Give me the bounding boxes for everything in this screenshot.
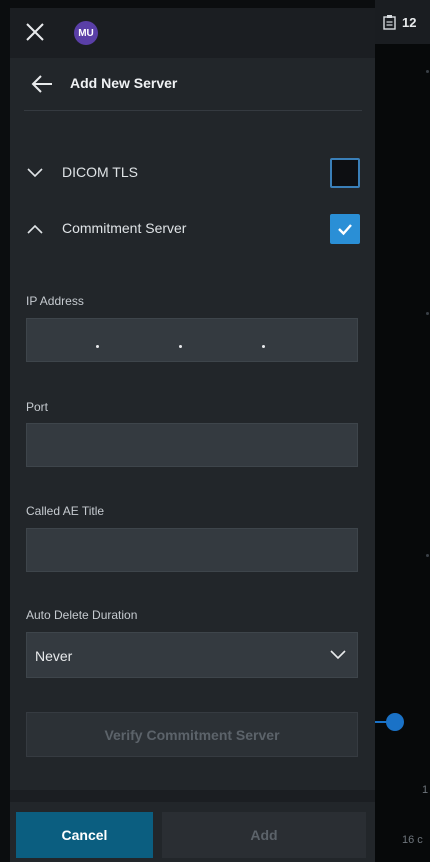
port-input[interactable] — [26, 423, 358, 467]
add-server-panel: MU Add New Server DICOM TLS Commitment S… — [10, 8, 375, 862]
cancel-button[interactable]: Cancel — [16, 812, 153, 858]
ip-address-input[interactable] — [26, 318, 358, 362]
close-icon[interactable] — [23, 20, 47, 44]
background-tick — [426, 70, 429, 73]
ip-separator — [96, 345, 99, 348]
background-tick — [426, 554, 429, 557]
select-value: Never — [35, 648, 73, 664]
background-text: 16 c — [402, 834, 423, 846]
avatar[interactable]: MU — [74, 21, 98, 45]
ip-separator — [262, 345, 265, 348]
commitment-server-checkbox[interactable] — [330, 214, 360, 244]
background-app — [375, 0, 430, 862]
background-tick — [426, 312, 429, 315]
chevron-down-icon — [27, 168, 43, 178]
ip-address-label: IP Address — [26, 294, 84, 308]
called-ae-title-input[interactable] — [26, 528, 358, 572]
background-text: 1 — [422, 784, 429, 796]
back-arrow-icon[interactable] — [30, 73, 54, 95]
section-dicom-tls[interactable]: DICOM TLS — [10, 148, 375, 200]
auto-delete-duration-select[interactable]: Never — [26, 632, 358, 678]
checkmark-icon — [338, 224, 352, 236]
section-label: Commitment Server — [62, 220, 187, 236]
page-title: Add New Server — [70, 75, 178, 91]
title-row: Add New Server — [10, 58, 375, 110]
ip-separator — [179, 345, 182, 348]
chevron-up-icon — [27, 224, 43, 234]
called-ae-title-label: Called AE Title — [26, 504, 105, 518]
clipboard-icon — [383, 15, 396, 30]
notification-count: 12 — [402, 14, 417, 30]
port-label: Port — [26, 400, 49, 414]
verify-commitment-server-button[interactable]: Verify Commitment Server — [26, 712, 358, 757]
dicom-tls-checkbox[interactable] — [330, 158, 360, 188]
panel-topbar: MU — [10, 8, 375, 58]
section-commitment-server[interactable]: Commitment Server — [10, 204, 375, 256]
auto-delete-duration-label: Auto Delete Duration — [26, 608, 138, 622]
add-button[interactable]: Add — [162, 812, 366, 858]
divider — [24, 110, 362, 111]
background-marker — [386, 713, 404, 731]
footer: Cancel Add — [10, 802, 375, 862]
footer-divider — [10, 790, 375, 802]
notification-indicator[interactable]: 12 — [382, 14, 416, 30]
section-label: DICOM TLS — [62, 164, 138, 180]
chevron-down-icon — [330, 650, 346, 660]
